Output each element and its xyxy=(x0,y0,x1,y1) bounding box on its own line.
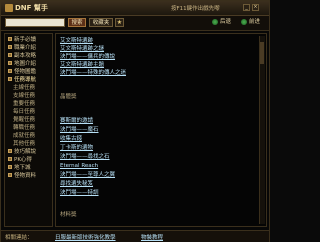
main-content: 艾文斯特遺跡 艾文斯特遺跡之謎 決鬥場——傭兵的傳說 艾文斯特遺跡主題 決鬥場—… xyxy=(55,33,267,227)
forward-arrow-icon xyxy=(241,19,247,25)
vertical-scrollbar[interactable] xyxy=(259,36,265,224)
sidebar-item[interactable]: 地圖介紹 xyxy=(8,61,36,68)
sidebar-subitem[interactable]: 重要任務 xyxy=(13,101,35,108)
title-bar: DNF 幫手 按F11鍵作出戲先嚟 _ × xyxy=(1,1,269,16)
sidebar-subitem[interactable]: 覺醒任務 xyxy=(13,117,35,124)
content-link[interactable]: 決鬥場——傭兵的傳說 xyxy=(60,54,115,61)
sidebar-item-selected[interactable]: 任務導航 xyxy=(8,77,36,84)
sidebar-item[interactable]: 怪物資料 xyxy=(8,173,36,180)
back-arrow-icon xyxy=(212,19,218,25)
sidebar-item[interactable]: 新手必讀 xyxy=(8,37,36,44)
content-link[interactable]: 決鬥場——特殊的傳人之迷 xyxy=(60,70,126,77)
status-bar: 相關連結： 日服最新版技術強化教學 物裝教程 xyxy=(1,230,269,242)
folder-icon xyxy=(8,173,12,177)
search-input[interactable] xyxy=(5,18,65,27)
app-window: DNF 幫手 按F11鍵作出戲先嚟 _ × 搜索 收藏夹 ★ 后退 前进 新手必… xyxy=(0,0,270,242)
content-link[interactable]: 艾文斯特遺跡 xyxy=(60,38,93,45)
sidebar-item[interactable]: PK心得 xyxy=(8,157,32,164)
folder-open-icon xyxy=(8,77,12,81)
back-button[interactable]: 后退 xyxy=(212,18,231,27)
sidebar-item[interactable]: 地下城 xyxy=(8,165,31,172)
content-link[interactable]: 艾文斯特遺跡之謎 xyxy=(60,46,104,53)
folder-icon xyxy=(8,61,12,65)
back-label: 后退 xyxy=(220,19,232,25)
sidebar-subitem[interactable]: 其他任務 xyxy=(13,141,35,148)
status-label: 相關連結： xyxy=(5,235,33,241)
minimize-icon[interactable]: _ xyxy=(243,4,250,11)
folder-icon xyxy=(8,165,12,169)
sidebar-subitem[interactable]: 成就任務 xyxy=(13,133,35,140)
content-link[interactable]: 決鬥場——尋找之石 xyxy=(60,154,110,161)
content-link[interactable]: 尋找遺失秘笈 xyxy=(60,181,93,188)
sidebar-item[interactable]: 技巧解說 xyxy=(8,149,36,156)
sidebar-subitem[interactable]: 每日任務 xyxy=(13,109,35,116)
folder-icon xyxy=(8,53,12,57)
content-link[interactable]: 收集古錢 xyxy=(60,136,82,143)
content-link[interactable]: Eternal Reach xyxy=(60,163,98,170)
sidebar-item[interactable]: 職業介紹 xyxy=(8,45,36,52)
sidebar-subitem[interactable]: 主線任務 xyxy=(13,85,35,92)
content-link[interactable]: 丁卡斯的遺物 xyxy=(60,145,93,152)
status-link[interactable]: 物裝教程 xyxy=(141,233,163,241)
forward-label: 前进 xyxy=(249,19,261,25)
window-title: DNF 幫手 xyxy=(15,4,48,12)
folder-icon xyxy=(8,157,12,161)
content-link[interactable]: 決鬥場——特訓 xyxy=(60,190,99,197)
sidebar-item[interactable]: 怪物圖鑑 xyxy=(8,69,36,76)
forward-button[interactable]: 前进 xyxy=(241,18,260,27)
sidebar-item[interactable]: 副本攻略 xyxy=(8,53,36,60)
favorites-button[interactable]: 收藏夹 xyxy=(89,18,113,27)
scrollbar-thumb[interactable] xyxy=(260,42,264,64)
folder-icon xyxy=(8,149,12,153)
content-link[interactable]: 決鬥場——魔石 xyxy=(60,127,99,134)
toolbar: 搜索 收藏夹 ★ 后退 前进 xyxy=(1,16,269,31)
title-hint: 按F11鍵作出戲先嚟 xyxy=(171,6,220,12)
status-link[interactable]: 日服最新版技術強化教學 xyxy=(55,233,116,241)
folder-icon xyxy=(8,69,12,73)
content-link[interactable]: 艾文斯特遺跡主題 xyxy=(60,62,104,69)
folder-icon xyxy=(8,37,12,41)
content-link[interactable]: 決鬥場——至尊人之翼 xyxy=(60,172,115,179)
search-button[interactable]: 搜索 xyxy=(68,18,86,27)
star-icon[interactable]: ★ xyxy=(115,18,124,27)
close-icon[interactable]: × xyxy=(252,4,259,11)
section-heading: 晶體獎 xyxy=(60,94,77,100)
sidebar-subitem[interactable]: 轉職任務 xyxy=(13,125,35,132)
sidebar-subitem[interactable]: 支線任務 xyxy=(13,93,35,100)
folder-icon xyxy=(8,45,12,49)
content-link[interactable]: 賽斯爾的邀請 xyxy=(60,118,93,125)
sidebar: 新手必讀 職業介紹 副本攻略 地圖介紹 怪物圖鑑 任務導航 主線任務 支線任務 … xyxy=(4,33,53,227)
section-heading: 材料獎 xyxy=(60,212,77,218)
app-logo-icon xyxy=(5,4,13,12)
